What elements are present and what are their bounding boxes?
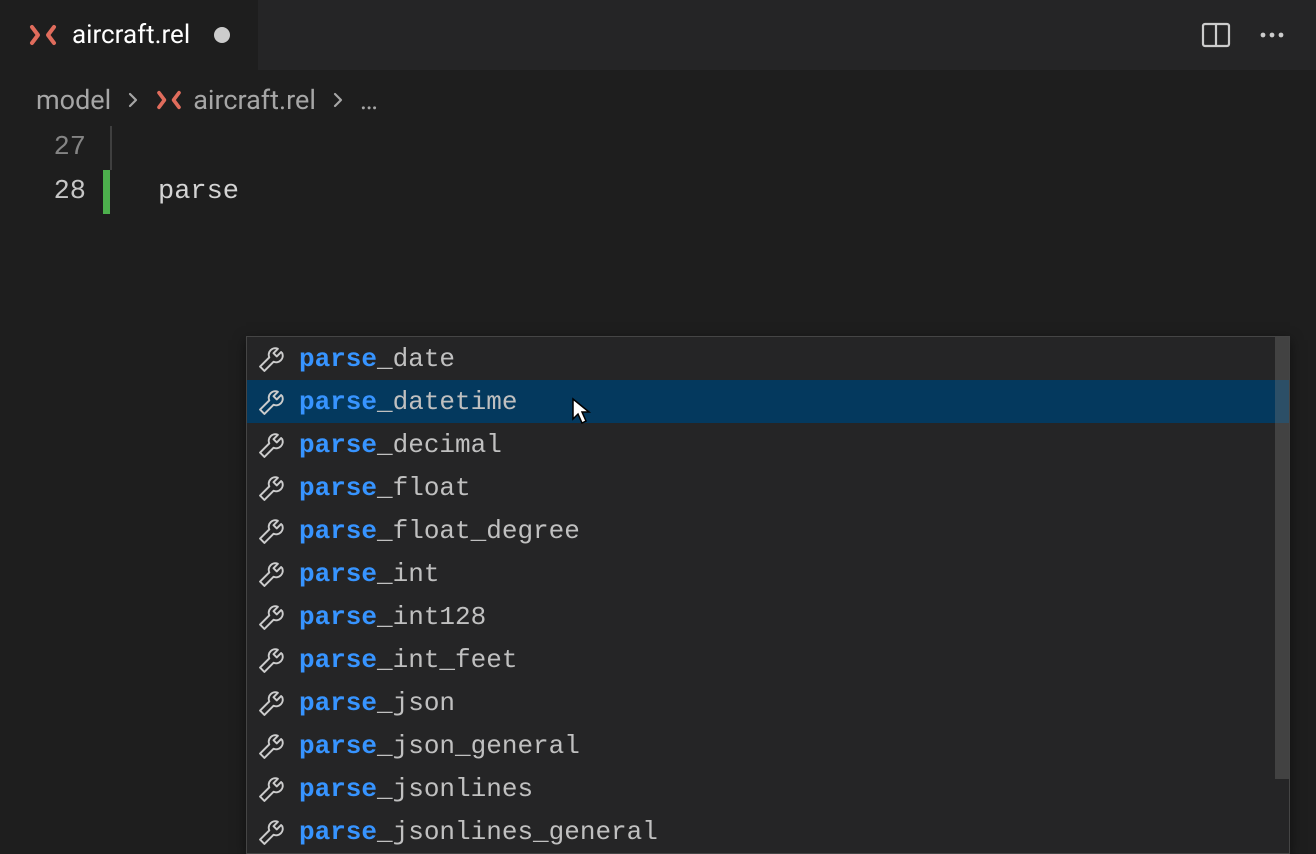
- wrench-icon: [259, 561, 285, 587]
- suggest-item[interactable]: parse_datetime: [247, 380, 1289, 423]
- suggest-item[interactable]: parse_int: [247, 552, 1289, 595]
- wrench-icon: [259, 346, 285, 372]
- rel-file-icon: [155, 90, 183, 110]
- suggest-item-label: parse_jsonlines_general: [299, 817, 658, 847]
- breadcrumb-symbol[interactable]: …: [360, 84, 378, 116]
- wrench-icon: [259, 475, 285, 501]
- wrench-icon: [259, 733, 285, 759]
- suggest-item-label: parse_datetime: [299, 387, 517, 417]
- wrench-icon: [259, 647, 285, 673]
- suggest-item[interactable]: parse_float: [247, 466, 1289, 509]
- chevron-right-icon: [330, 92, 346, 108]
- editor-tab[interactable]: aircraft.rel: [0, 0, 258, 70]
- suggest-item[interactable]: parse_decimal: [247, 423, 1289, 466]
- rel-file-icon: [28, 24, 58, 46]
- tab-title: aircraft.rel: [72, 20, 190, 50]
- breadcrumb-file[interactable]: aircraft.rel: [155, 84, 316, 116]
- editor[interactable]: 27 28 parse parse_dateparse_datetimepars…: [0, 126, 1316, 214]
- breadcrumb-symbol-label: …: [360, 84, 378, 116]
- suggest-item[interactable]: parse_jsonlines_general: [247, 810, 1289, 853]
- tab-bar: aircraft.rel: [0, 0, 1316, 70]
- suggest-item-label: parse_int: [299, 559, 439, 589]
- suggest-list[interactable]: parse_date parse_datetime parse_decimalpar…: [247, 337, 1289, 853]
- wrench-icon: [259, 819, 285, 845]
- wrench-icon: [259, 776, 285, 802]
- breadcrumbs[interactable]: model aircraft.rel …: [0, 70, 1316, 126]
- tab-actions: [1200, 19, 1316, 51]
- suggest-item-label: parse_json_general: [299, 731, 580, 761]
- suggest-item[interactable]: parse_float_degree: [247, 509, 1289, 552]
- suggest-item-label: parse_float: [299, 473, 471, 503]
- suggest-item-label: parse_json: [299, 688, 455, 718]
- suggest-item[interactable]: parse_json_general: [247, 724, 1289, 767]
- split-editor-icon[interactable]: [1200, 19, 1232, 51]
- dirty-indicator-icon: [214, 27, 230, 43]
- line-number: 28: [0, 177, 110, 207]
- suggest-item-label: parse_date: [299, 344, 455, 374]
- wrench-icon: [259, 604, 285, 630]
- wrench-icon: [259, 690, 285, 716]
- suggest-item-label: parse_int_feet: [299, 645, 517, 675]
- suggest-item[interactable]: parse_date: [247, 337, 1289, 380]
- modified-gutter-indicator: [103, 170, 110, 214]
- suggest-item[interactable]: parse_json: [247, 681, 1289, 724]
- wrench-icon: [259, 518, 285, 544]
- suggest-widget: parse_date parse_datetime parse_decimalpar…: [246, 336, 1290, 854]
- suggest-item-label: parse_jsonlines: [299, 774, 533, 804]
- breadcrumb-folder[interactable]: model: [36, 84, 111, 116]
- suggest-item-label: parse_decimal: [299, 430, 502, 460]
- wrench-icon: [259, 432, 285, 458]
- suggest-item[interactable]: parse_int128: [247, 595, 1289, 638]
- suggest-item-label: parse_float_degree: [299, 516, 580, 546]
- breadcrumb-folder-label: model: [36, 84, 111, 116]
- more-actions-icon[interactable]: [1256, 19, 1288, 51]
- suggest-item-label: parse_int128: [299, 602, 486, 632]
- editor-line[interactable]: 28 parse: [0, 170, 1316, 214]
- editor-line[interactable]: 27: [0, 126, 1316, 170]
- breadcrumb-file-label: aircraft.rel: [193, 84, 316, 116]
- scrollbar[interactable]: [1275, 337, 1289, 779]
- line-number: 27: [0, 133, 110, 163]
- chevron-right-icon: [125, 92, 141, 108]
- suggest-item[interactable]: parse_jsonlines: [247, 767, 1289, 810]
- suggest-item[interactable]: parse_int_feet: [247, 638, 1289, 681]
- line-text: parse: [158, 177, 239, 207]
- wrench-icon: [259, 389, 285, 415]
